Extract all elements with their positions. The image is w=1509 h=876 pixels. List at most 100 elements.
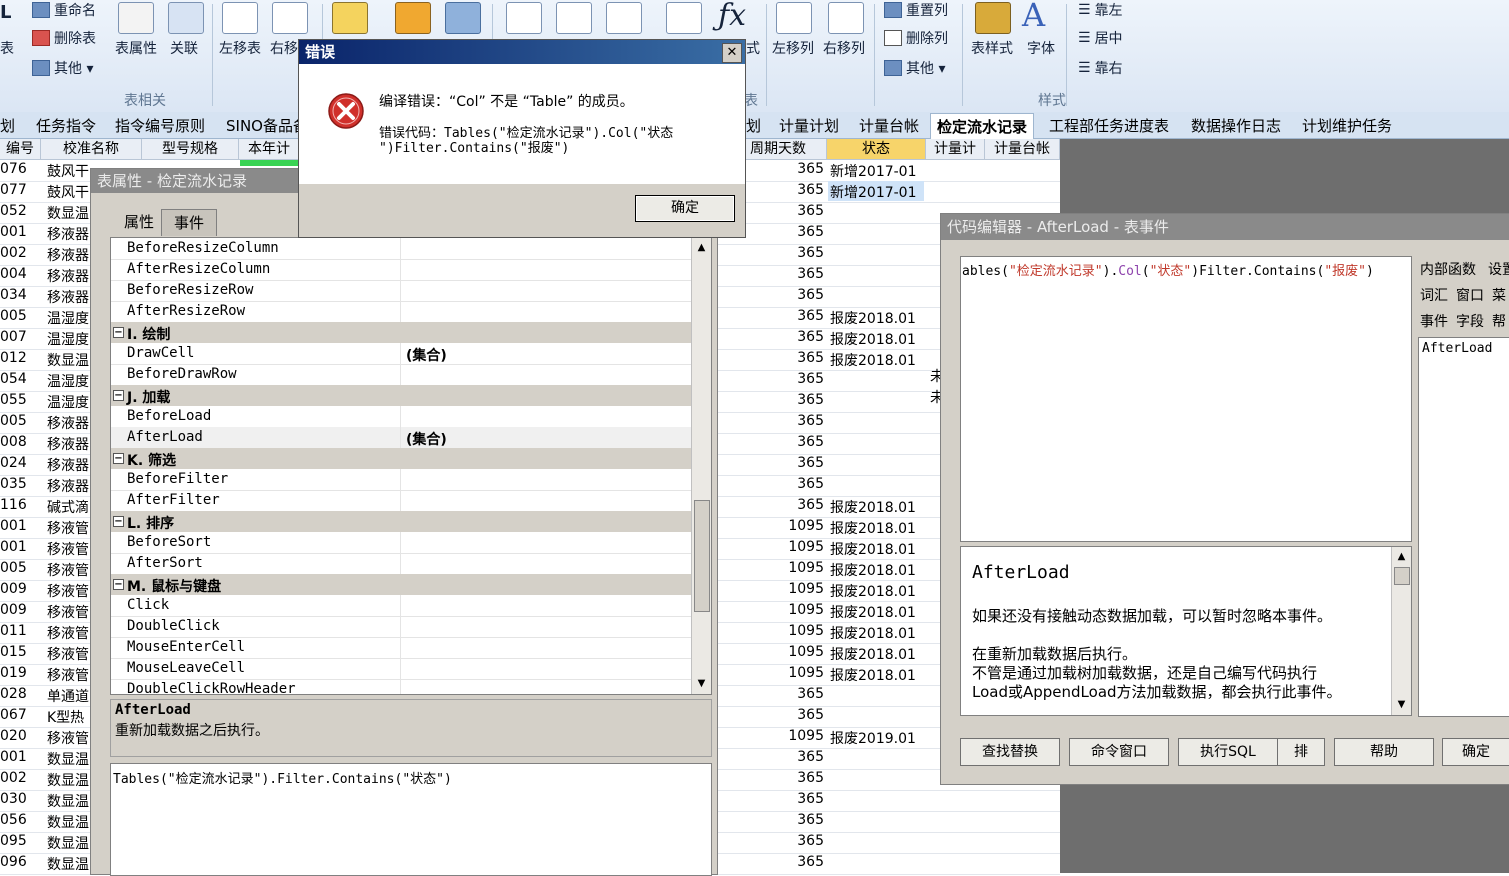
cell-name[interactable]: 移液器 xyxy=(47,224,89,244)
cell-days[interactable]: 365 xyxy=(750,245,824,261)
cell-id[interactable]: 002 xyxy=(0,770,27,786)
error-dialog-title[interactable]: 错误 xyxy=(299,40,745,64)
help-button[interactable]: 帮助 xyxy=(1334,738,1434,766)
cell-status[interactable]: 报废2019.01 xyxy=(830,728,916,748)
cell-name[interactable]: 数显温 xyxy=(47,833,89,853)
cell-id[interactable]: 095 xyxy=(0,833,27,849)
event-row[interactable]: AfterFilter xyxy=(111,490,691,512)
collapse-icon[interactable]: − xyxy=(113,453,124,464)
cell-name[interactable]: 温湿度 xyxy=(47,308,89,328)
cell-days[interactable]: 365 xyxy=(750,476,824,492)
settings-tab[interactable]: 设置 xyxy=(1488,259,1509,279)
events-tab[interactable]: 事件 xyxy=(1420,311,1448,331)
rename-button[interactable]: 重命名 xyxy=(32,0,96,20)
cell-days[interactable]: 1095 xyxy=(750,665,824,681)
cell-id[interactable]: 009 xyxy=(0,581,27,597)
cell-days[interactable]: 1095 xyxy=(750,581,824,597)
cell-id[interactable]: 001 xyxy=(0,539,27,555)
expression-icon[interactable] xyxy=(666,2,702,34)
cell-name[interactable]: 移液器 xyxy=(47,413,89,433)
move-column-right-icon[interactable] xyxy=(828,2,864,34)
cell-id[interactable]: 001 xyxy=(0,518,27,534)
event-value[interactable]: (集合) xyxy=(406,345,447,365)
cell-days[interactable]: 365 xyxy=(750,287,824,303)
cell-status[interactable]: 报废2018.01 xyxy=(830,497,916,517)
scroll-down-icon[interactable]: ▼ xyxy=(1395,698,1408,711)
cell-id[interactable]: 076 xyxy=(0,161,27,177)
col-header-plan[interactable]: 本年计 xyxy=(239,139,300,160)
event-row[interactable]: AfterResizeColumn xyxy=(111,259,691,281)
scroll-up-icon[interactable]: ▲ xyxy=(1395,550,1408,563)
cell-name[interactable]: 移液管 xyxy=(47,665,89,685)
move-table-left-button[interactable]: 左移表 xyxy=(219,38,261,58)
cell-name[interactable]: 数显温 xyxy=(47,203,89,223)
cell-status[interactable]: 报废2018.01 xyxy=(830,665,916,685)
command-window-button[interactable]: 命令窗口 xyxy=(1069,738,1169,766)
tab-6[interactable]: 计量台帐 xyxy=(859,115,919,136)
cell-id[interactable]: 096 xyxy=(0,854,27,870)
cell-status[interactable]: 报废2018.01 xyxy=(830,518,916,538)
cell-id[interactable]: 020 xyxy=(0,728,27,744)
table-properties-icon[interactable] xyxy=(118,2,154,34)
fx-icon[interactable]: ƒx xyxy=(718,0,746,33)
event-list[interactable]: BeforeResizeColumn AfterResizeColumn Befor… xyxy=(110,237,712,695)
cell-id[interactable]: 011 xyxy=(0,623,27,639)
cell-name[interactable]: 温湿度 xyxy=(47,371,89,391)
cell-id[interactable]: 030 xyxy=(0,791,27,807)
cell-days[interactable]: 365 xyxy=(750,161,824,177)
cell-name[interactable]: 单通道 xyxy=(47,686,89,706)
tab-8[interactable]: 工程部任务进度表 xyxy=(1049,115,1169,136)
tab-4[interactable]: 划 xyxy=(746,115,761,136)
internal-functions-tab[interactable]: 内部函数 xyxy=(1420,259,1476,279)
cell-name[interactable]: 移液管 xyxy=(47,560,89,580)
cell-name[interactable]: 移液管 xyxy=(47,581,89,601)
event-row[interactable]: Click xyxy=(111,595,691,617)
cell-days[interactable]: 1095 xyxy=(750,602,824,618)
cell-name[interactable]: 数显温 xyxy=(47,791,89,811)
code-editor-textarea[interactable]: ables("检定流水记录").Col("状态")Filter.Contains… xyxy=(960,256,1412,542)
event-row[interactable]: AfterResizeRow xyxy=(111,301,691,323)
cell-days[interactable]: 365 xyxy=(750,203,824,219)
ok-button[interactable]: 确定 xyxy=(635,195,735,222)
cell-id[interactable]: 035 xyxy=(0,476,27,492)
cell-days[interactable]: 1095 xyxy=(750,518,824,534)
event-row[interactable]: BeforeDrawRow xyxy=(111,364,691,386)
cell-status[interactable]: 报废2018.01 xyxy=(830,560,916,580)
cell-name[interactable]: 移液管 xyxy=(47,728,89,748)
event-row[interactable]: DoubleClick xyxy=(111,616,691,638)
cell-name[interactable]: 移液器 xyxy=(47,287,89,307)
cell-id[interactable]: 054 xyxy=(0,371,27,387)
cell-id[interactable]: 004 xyxy=(0,266,27,282)
tab-9[interactable]: 数据操作日志 xyxy=(1191,115,1281,136)
event-value[interactable]: (集合) xyxy=(406,429,447,449)
cell-name[interactable]: 移液器 xyxy=(47,434,89,454)
other-column-button[interactable]: 其他 ▾ xyxy=(884,58,945,78)
event-row[interactable]: BeforeSort xyxy=(111,532,691,554)
table-style-button[interactable]: 表样式 xyxy=(971,38,1013,58)
event-code-preview[interactable]: Tables("检定流水记录").Filter.Contains("状态") xyxy=(110,763,712,876)
cell-status[interactable]: 报废2018.01 xyxy=(830,581,916,601)
cell-days[interactable]: 365 xyxy=(750,224,824,240)
scroll-thumb[interactable] xyxy=(694,500,710,612)
cell-name[interactable]: 鼓风干 xyxy=(47,182,89,202)
cell-name[interactable]: 移液器 xyxy=(47,266,89,286)
move-column-right-button[interactable]: 右移列 xyxy=(823,38,865,58)
collapse-icon[interactable]: − xyxy=(113,516,124,527)
cell-status[interactable]: 报废2018.01 xyxy=(830,539,916,559)
column-insert-icon[interactable] xyxy=(556,2,592,34)
cell-status[interactable]: 新增2017-01 xyxy=(830,161,917,181)
cell-id[interactable]: 012 xyxy=(0,350,27,366)
cell-name[interactable]: 温湿度 xyxy=(47,392,89,412)
cell-days[interactable]: 365 xyxy=(750,182,824,198)
col-header-id[interactable]: 编号 xyxy=(0,139,41,160)
move-table-right-icon[interactable] xyxy=(272,2,308,34)
event-row[interactable]: AfterSort xyxy=(111,553,691,575)
cell-id[interactable]: 028 xyxy=(0,686,27,702)
event-row[interactable]: BeforeResizeColumn xyxy=(111,238,691,260)
cell-id[interactable]: 005 xyxy=(0,308,27,324)
cell-id[interactable]: 019 xyxy=(0,665,27,681)
move-table-left-icon[interactable] xyxy=(222,2,258,34)
event-row[interactable]: BeforeLoad xyxy=(111,406,691,428)
cell-days[interactable]: 365 xyxy=(750,791,824,807)
event-row[interactable]: MouseEnterCell xyxy=(111,637,691,659)
